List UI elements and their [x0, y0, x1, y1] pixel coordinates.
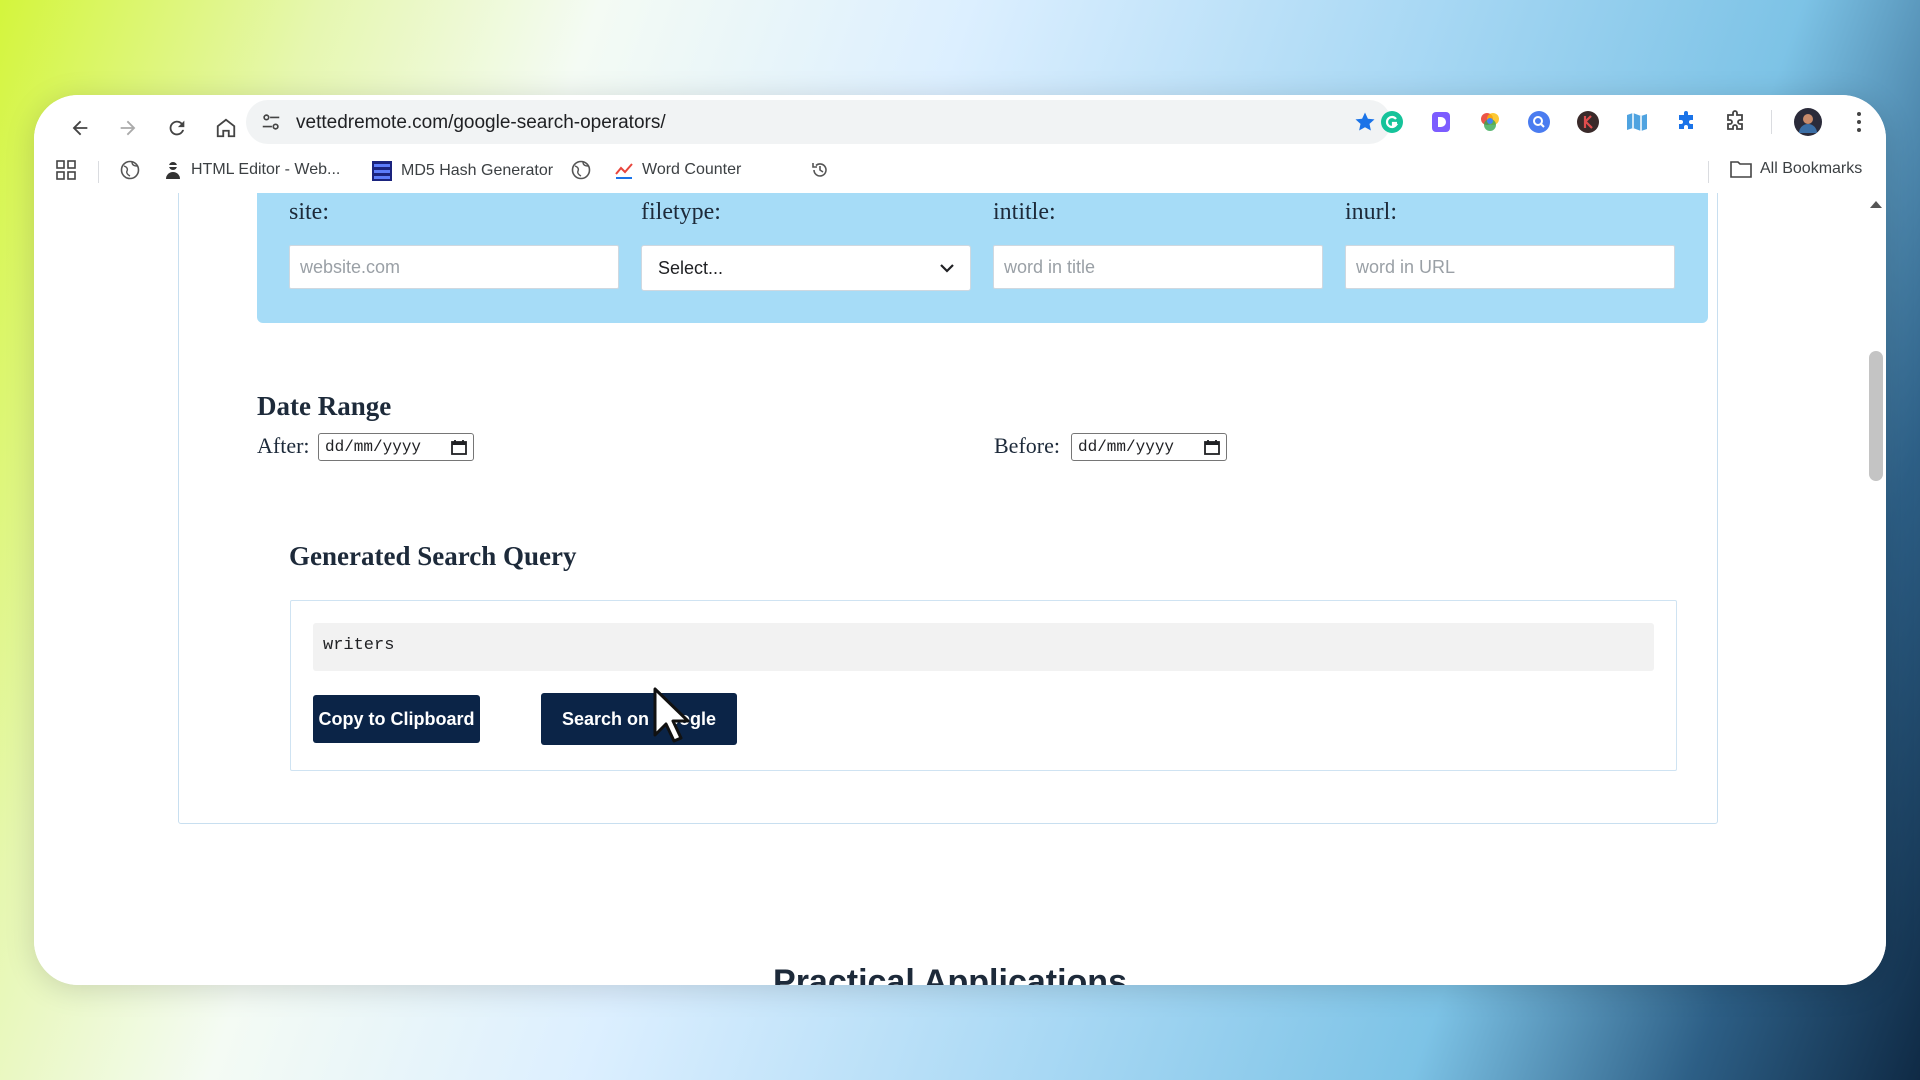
- filetype-selected-value: Select...: [658, 257, 724, 278]
- url-text[interactable]: vettedremote.com/google-search-operators…: [296, 112, 666, 134]
- page-content: site: filetype: Select... intitle: inurl…: [34, 193, 1866, 985]
- bookmarks-bar: HTML Editor - Web... MD5 Hash Generator …: [34, 151, 1886, 193]
- before-date-input[interactable]: dd/mm/yyyy: [1071, 433, 1227, 461]
- practical-applications-heading: Practical Applications: [773, 963, 1127, 985]
- browser-window: vettedremote.com/google-search-operators…: [34, 95, 1886, 985]
- d-extension-icon[interactable]: [1428, 109, 1454, 135]
- grammarly-icon[interactable]: [1379, 109, 1405, 135]
- after-date-input[interactable]: dd/mm/yyyy: [318, 433, 474, 461]
- extensions-menu-icon[interactable]: [1722, 109, 1748, 135]
- intitle-input[interactable]: [993, 245, 1323, 289]
- apps-grid-icon: [56, 160, 76, 180]
- date-range-title: Date Range: [257, 391, 392, 421]
- back-button[interactable]: [63, 111, 97, 145]
- bookmark-star-icon[interactable]: [1353, 110, 1377, 139]
- globe-icon: [120, 160, 140, 180]
- inurl-label: inurl:: [1345, 199, 1397, 225]
- k-extension-icon[interactable]: [1575, 109, 1601, 135]
- query-output[interactable]: writers: [313, 623, 1654, 671]
- person-icon: [166, 162, 180, 179]
- puzzle-extension-icon[interactable]: [1673, 109, 1699, 135]
- globe-icon: [571, 160, 591, 180]
- bookmark-history[interactable]: [810, 160, 830, 180]
- toolbar-divider: [1771, 110, 1772, 134]
- calendar-icon[interactable]: [451, 439, 467, 455]
- generated-query-box: writers Copy to Clipboard Search on Goog…: [290, 600, 1677, 771]
- history-icon: [812, 163, 827, 177]
- hash-tool-icon: [372, 161, 392, 181]
- site-label: site:: [289, 199, 329, 225]
- after-date-value: dd/mm/yyyy: [325, 438, 422, 456]
- scroll-thumb[interactable]: [1869, 351, 1883, 481]
- more-menu-icon[interactable]: [1846, 109, 1872, 135]
- home-icon: [216, 118, 236, 138]
- site-field-group: site:: [289, 199, 619, 289]
- bookmark-label: HTML Editor - Web...: [191, 161, 341, 178]
- filetype-label: filetype:: [641, 199, 721, 225]
- after-label: After:: [257, 433, 310, 458]
- copy-to-clipboard-button[interactable]: Copy to Clipboard: [313, 695, 480, 743]
- back-arrow-icon: [72, 120, 88, 136]
- all-bookmarks-button[interactable]: All Bookmarks: [1730, 160, 1862, 178]
- mouse-cursor-icon: [653, 687, 690, 743]
- filetype-field-group: filetype: Select...: [641, 199, 971, 291]
- site-input[interactable]: [289, 245, 619, 289]
- bookmark-html-editor[interactable]: HTML Editor - Web...: [163, 160, 340, 180]
- bookmark-globe[interactable]: [120, 160, 140, 180]
- site-settings-icon[interactable]: [260, 111, 282, 138]
- generated-query-title: Generated Search Query: [289, 541, 577, 571]
- intitle-field-group: intitle:: [993, 199, 1323, 289]
- all-bookmarks-label: All Bookmarks: [1760, 160, 1863, 177]
- word-counter-icon: [615, 163, 633, 179]
- inurl-field-group: inurl:: [1345, 199, 1675, 289]
- scroll-up-arrow-icon[interactable]: [1870, 201, 1882, 208]
- page-scrollbar[interactable]: [1866, 193, 1886, 985]
- bookmark-label: MD5 Hash Generator: [401, 162, 554, 179]
- bookmark-md5-hash[interactable]: MD5 Hash Generator: [371, 160, 553, 182]
- search-extension-icon[interactable]: [1526, 109, 1552, 135]
- bookmark-word-counter[interactable]: Word Counter: [614, 160, 741, 180]
- filetype-select[interactable]: Select...: [641, 245, 971, 291]
- folder-icon: [1730, 161, 1752, 178]
- operators-panel: site: filetype: Select... intitle: inurl…: [257, 193, 1708, 323]
- bookmark-separator: [1708, 161, 1709, 183]
- home-button[interactable]: [209, 111, 243, 145]
- before-date-value: dd/mm/yyyy: [1078, 438, 1175, 456]
- reload-button[interactable]: [160, 111, 194, 145]
- calendar-icon[interactable]: [1204, 439, 1220, 455]
- search-on-google-button[interactable]: Search on Google: [541, 693, 737, 745]
- reload-icon: [169, 120, 185, 136]
- inurl-input[interactable]: [1345, 245, 1675, 289]
- bookmark-globe-2[interactable]: [571, 160, 591, 180]
- forward-button[interactable]: [111, 111, 145, 145]
- bookmark-label: Word Counter: [642, 161, 742, 178]
- apps-button[interactable]: [56, 160, 76, 180]
- color-wheel-icon[interactable]: [1477, 109, 1503, 135]
- profile-avatar[interactable]: [1792, 106, 1824, 138]
- chevron-down-icon: [940, 264, 954, 273]
- map-extension-icon[interactable]: [1624, 109, 1650, 135]
- omnibox[interactable]: vettedremote.com/google-search-operators…: [246, 100, 1391, 144]
- bookmark-separator: [98, 161, 99, 183]
- before-label: Before:: [994, 433, 1060, 458]
- intitle-label: intitle:: [993, 199, 1056, 225]
- forward-arrow-icon: [120, 120, 136, 136]
